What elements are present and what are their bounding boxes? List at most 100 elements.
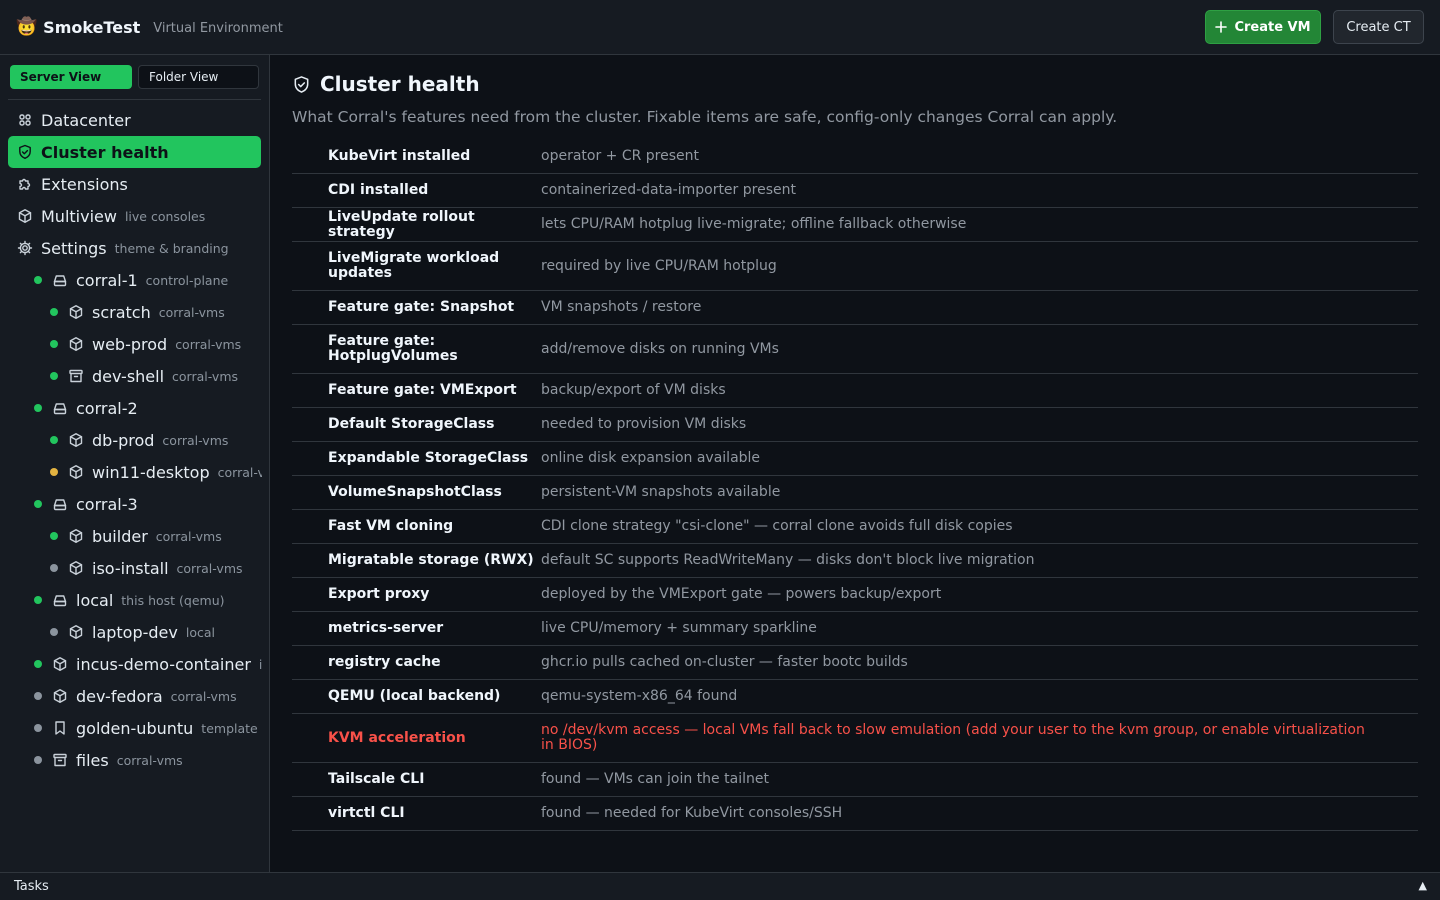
server-icon: [52, 400, 68, 416]
check-name: VolumeSnapshotClass: [328, 484, 502, 500]
status-dot-stopped: [50, 628, 58, 636]
tree-item-sublabel: corral-vms: [172, 368, 239, 384]
tree-item-cluster-health[interactable]: Cluster health: [8, 136, 261, 168]
tree-item-sublabel: live consoles: [124, 208, 206, 224]
check-name: Feature gate: Snapshot: [328, 299, 515, 315]
status-dot-stopped: [34, 724, 42, 732]
check-name: Fast VM cloning: [328, 518, 454, 534]
tree-item-label: Datacenter: [41, 110, 131, 130]
tree-item-scratch[interactable]: scratch corral-vms: [0, 296, 262, 328]
status-dot-running: [34, 404, 42, 412]
health-check-row: Migratable storage (RWX) default SC suppo…: [292, 544, 1418, 578]
server-view-button[interactable]: Server View: [10, 65, 132, 89]
health-check-row: LiveUpdate rollout strategy lets CPU/RAM …: [292, 208, 1418, 242]
tasks-label: Tasks: [14, 879, 49, 894]
tree-item-golden-ubuntu[interactable]: golden-ubuntu template: [0, 712, 262, 744]
tree-item-dev-shell[interactable]: dev-shell corral-vms: [0, 360, 262, 392]
tree-item-local[interactable]: local this host (qemu): [0, 584, 262, 616]
tree-item-incus-demo-container[interactable]: incus-demo-container incus: [0, 648, 262, 680]
tree-item-web-prod[interactable]: web-prod corral-vms: [0, 328, 262, 360]
check-name: Feature gate: VMExport: [328, 382, 517, 398]
health-check-row: Expandable StorageClass online disk expan…: [292, 442, 1418, 476]
create-vm-label: Create VM: [1234, 19, 1311, 35]
health-check-row: Tailscale CLI found — VMs can join the ta…: [292, 763, 1418, 797]
status-dot-stopped: [50, 564, 58, 572]
tree-item-sublabel: corral-vms: [158, 304, 225, 320]
check-name: Default StorageClass: [328, 416, 495, 432]
cube-icon: [52, 688, 68, 704]
check-name: KubeVirt installed: [328, 148, 471, 164]
health-check-row: registry cache ghcr.io pulls cached on-cl…: [292, 646, 1418, 680]
health-check-row: Fast VM cloning CDI clone strategy "csi-c…: [292, 510, 1418, 544]
tree-item-label: corral-2: [76, 398, 138, 418]
gear-icon: [17, 240, 33, 256]
archive-icon: [52, 752, 68, 768]
tree-item-settings[interactable]: Settings theme & branding: [0, 232, 262, 264]
health-check-row: Feature gate: VMExport backup/export of V…: [292, 374, 1418, 408]
tasks-bar[interactable]: Tasks ▲: [0, 872, 1440, 900]
check-detail: live CPU/memory + summary sparkline: [541, 620, 817, 636]
health-check-row: LiveMigrate workload updates required by …: [292, 242, 1418, 291]
tree-item-label: Settings: [41, 238, 107, 258]
sidebar: Server View Folder View Datacenter Cluste…: [0, 55, 270, 872]
tree-item-sublabel: this host (qemu): [121, 592, 225, 608]
cube-icon: [68, 464, 84, 480]
create-vm-button[interactable]: Create VM: [1205, 10, 1321, 44]
check-detail: ghcr.io pulls cached on-cluster — faster…: [541, 654, 908, 670]
tree-item-db-prod[interactable]: db-prod corral-vms: [0, 424, 262, 456]
tree-item-label: corral-1: [76, 270, 138, 290]
health-checks-table: KubeVirt installed operator + CR present C…: [292, 140, 1418, 831]
tree-item-win11-desktop[interactable]: win11-desktop corral-vms: [0, 456, 262, 488]
status-dot-running: [34, 660, 42, 668]
tree-item-label: files: [76, 750, 109, 770]
health-check-row: KubeVirt installed operator + CR present: [292, 140, 1418, 174]
tree-item-sublabel: theme & branding: [114, 240, 229, 256]
check-detail: lets CPU/RAM hotplug live-migrate; offli…: [541, 216, 967, 232]
create-ct-label: Create CT: [1346, 19, 1411, 35]
health-check-row: VolumeSnapshotClass persistent-VM snapsho…: [292, 476, 1418, 510]
puzzle-icon: [17, 176, 33, 192]
status-dot-warning: [50, 468, 58, 476]
tree-item-dev-fedora[interactable]: dev-fedora corral-vms: [0, 680, 262, 712]
tree-item-sublabel: corral-vms: [176, 560, 243, 576]
tree-item-multiview[interactable]: Multiview live consoles: [0, 200, 262, 232]
plus-icon: [1215, 21, 1228, 33]
brand[interactable]: 🤠 SmokeTest Virtual Environment: [16, 18, 283, 37]
check-name: Tailscale CLI: [328, 771, 425, 787]
check-detail: add/remove disks on running VMs: [541, 340, 779, 357]
cube-icon: [68, 560, 84, 576]
check-detail: CDI clone strategy "csi-clone" — corral …: [541, 518, 1013, 534]
tree-item-corral-1[interactable]: corral-1 control-plane: [0, 264, 262, 296]
tree-item-sublabel: template: [201, 720, 258, 736]
check-detail: found — VMs can join the tailnet: [541, 771, 769, 787]
tree-item-files[interactable]: files corral-vms: [0, 744, 262, 776]
tree-item-laptop-dev[interactable]: laptop-dev local: [0, 616, 262, 648]
health-check-row: Default StorageClass needed to provision …: [292, 408, 1418, 442]
tree-item-datacenter[interactable]: Datacenter: [0, 104, 262, 136]
tree-item-corral-2[interactable]: corral-2: [0, 392, 262, 424]
check-name: LiveUpdate rollout strategy: [328, 208, 475, 240]
folder-view-button[interactable]: Folder View: [138, 65, 259, 89]
tree-item-sublabel: corral-vms: [175, 336, 242, 352]
page-title: Cluster health: [320, 72, 480, 96]
tree-item-label: laptop-dev: [92, 622, 178, 642]
tree-item-label: incus-demo-container: [76, 654, 251, 674]
tree-item-corral-3[interactable]: corral-3: [0, 488, 262, 520]
status-dot-running: [34, 500, 42, 508]
cube-icon: [17, 208, 33, 224]
tree-item-label: corral-3: [76, 494, 138, 514]
app-name: SmokeTest: [43, 17, 141, 37]
status-dot-running: [50, 340, 58, 348]
tree-item-sublabel: incus: [259, 657, 262, 672]
tree-item-iso-install[interactable]: iso-install corral-vms: [0, 552, 262, 584]
cube-icon: [68, 336, 84, 352]
check-detail: default SC supports ReadWriteMany — disk…: [541, 552, 1035, 568]
cube-icon: [68, 432, 84, 448]
tree-item-builder[interactable]: builder corral-vms: [0, 520, 262, 552]
create-ct-button[interactable]: Create CT: [1333, 10, 1424, 44]
cube-icon: [68, 528, 84, 544]
expand-toggle-icon[interactable]: ▲: [1419, 879, 1427, 892]
tree-item-extensions[interactable]: Extensions: [0, 168, 262, 200]
tree-item-label: local: [76, 590, 114, 610]
tree-item-sublabel: control-plane: [145, 272, 229, 288]
